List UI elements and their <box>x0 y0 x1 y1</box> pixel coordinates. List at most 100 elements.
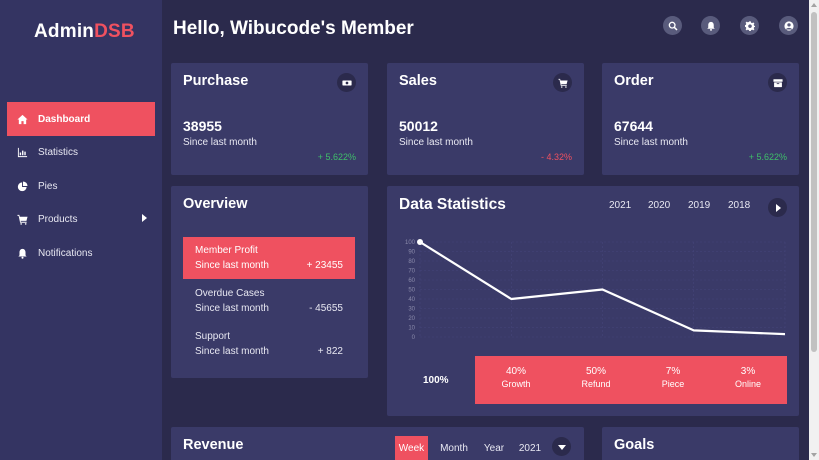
y-tick-label: 0 <box>412 335 416 341</box>
stat-subtitle: Since last month <box>614 137 688 148</box>
goals-card: Goals <box>602 427 799 460</box>
search-icon[interactable] <box>663 16 682 35</box>
stat-value: 67644 <box>614 118 653 134</box>
year-2019[interactable]: 2019 <box>688 200 710 211</box>
logo-accent: DSB <box>94 21 135 42</box>
band-label: Refund <box>581 379 611 389</box>
money-icon <box>337 73 356 92</box>
overview-item-support[interactable]: Support Since last month + 822 <box>183 323 355 365</box>
card-title: Data Statistics <box>399 196 506 213</box>
stat-subtitle: Since last month <box>183 137 257 148</box>
y-tick-label: 90 <box>408 250 415 256</box>
stat-change: + 5.622% <box>748 152 787 162</box>
overview-item-label: Overdue Cases <box>195 288 265 299</box>
overview-item-subtitle: Since last month <box>195 346 269 357</box>
y-tick-label: 70 <box>408 269 415 275</box>
y-tick-label: 10 <box>408 326 415 332</box>
tab-month[interactable]: Month <box>436 436 472 460</box>
tab-week[interactable]: Week <box>395 436 428 460</box>
band-item-online: 3% Online <box>713 366 783 389</box>
card-title: Order <box>614 73 654 89</box>
y-tick-label: 80 <box>408 259 415 265</box>
band-label: Piece <box>661 379 685 389</box>
year-select[interactable]: 2021 <box>515 436 545 460</box>
band-label: Growth <box>501 379 531 389</box>
y-tick-label: 30 <box>408 307 415 313</box>
stat-change: - 4.32% <box>540 152 572 162</box>
sidebar-item-label: Notifications <box>38 247 93 259</box>
overview-item-overdue-cases[interactable]: Overdue Cases Since last month - 45655 <box>183 280 355 322</box>
sidebar-item-products[interactable]: Products <box>7 202 155 236</box>
stat-value: 38955 <box>183 118 222 134</box>
scroll-up-icon[interactable] <box>811 3 817 7</box>
y-tick-label: 50 <box>408 288 415 294</box>
overview-item-value: + 822 <box>317 346 343 357</box>
logo-main: Admin <box>34 21 95 42</box>
next-year-button[interactable] <box>768 198 787 217</box>
card-title: Purchase <box>183 73 249 89</box>
year-dropdown-button[interactable] <box>552 437 571 456</box>
sidebar-item-label: Pies <box>38 180 58 192</box>
band-value: 50% <box>585 366 606 377</box>
logo[interactable]: AdminDSB <box>34 21 135 43</box>
stat-change: + 5.622% <box>317 152 356 162</box>
year-2020[interactable]: 2020 <box>648 200 670 211</box>
overview-item-label: Member Profit <box>195 245 258 256</box>
year-2018[interactable]: 2018 <box>728 200 750 211</box>
band-value: 40% <box>505 366 526 377</box>
overview-item-value: + 23455 <box>306 260 343 271</box>
year-2021[interactable]: 2021 <box>609 200 631 211</box>
overview-item-label: Support <box>195 331 231 342</box>
scrollbar[interactable] <box>809 0 819 460</box>
band-item-growth: 40% Growth <box>481 366 551 389</box>
sidebar-item-pies[interactable]: Pies <box>7 169 155 203</box>
overview-item-value: - 45655 <box>309 303 343 314</box>
gear-icon[interactable] <box>740 16 759 35</box>
sales-card: Sales 50012 Since last month - 4.32% <box>387 63 584 175</box>
sidebar-item-dashboard[interactable]: Dashboard <box>7 102 155 136</box>
band-value: 3% <box>740 366 756 377</box>
cart-icon <box>16 213 28 225</box>
sidebar: AdminDSB Dashboard Statistics Pies Produ… <box>0 0 162 460</box>
y-tick-label: 20 <box>408 316 415 322</box>
total-percentage: 100% <box>423 375 449 386</box>
sidebar-item-label: Products <box>38 213 78 225</box>
cart-icon <box>553 73 572 92</box>
stat-subtitle: Since last month <box>399 137 473 148</box>
page-title: Hello, Wibucode's Member <box>173 18 414 39</box>
stat-value: 50012 <box>399 118 438 134</box>
y-tick-label: 40 <box>408 297 415 303</box>
chart-icon <box>16 146 28 158</box>
user-icon[interactable] <box>779 16 798 35</box>
sidebar-item-statistics[interactable]: Statistics <box>7 135 155 169</box>
y-tick-label: 100 <box>405 240 416 246</box>
card-title: Overview <box>183 196 248 212</box>
card-title: Revenue <box>183 437 244 453</box>
home-icon <box>16 113 28 125</box>
scroll-down-icon[interactable] <box>811 453 817 457</box>
chevron-right-icon <box>776 203 781 212</box>
band-label: Online <box>734 379 761 389</box>
y-tick-label: 60 <box>408 278 415 284</box>
band-item-piece: 7% Piece <box>638 366 708 389</box>
box-icon <box>768 73 787 92</box>
data-point <box>417 239 423 245</box>
overview-item-subtitle: Since last month <box>195 260 269 271</box>
bell-icon[interactable] <box>701 16 720 35</box>
overview-item-member-profit[interactable]: Member Profit Since last month + 23455 <box>183 237 355 279</box>
band-value: 7% <box>665 366 681 377</box>
purchase-card: Purchase 38955 Since last month + 5.622% <box>171 63 368 175</box>
tab-year[interactable]: Year <box>480 436 508 460</box>
data-statistics-card: Data Statistics 2021 2020 2019 2018 0 10 2… <box>387 186 799 416</box>
card-title: Sales <box>399 73 437 89</box>
order-card: Order 67644 Since last month + 5.622% <box>602 63 799 175</box>
sidebar-item-label: Dashboard <box>38 113 91 125</box>
scrollbar-thumb[interactable] <box>811 12 817 352</box>
card-title: Goals <box>614 437 655 453</box>
sidebar-item-label: Statistics <box>38 146 79 158</box>
pie-icon <box>16 180 28 192</box>
caret-right-icon <box>142 214 147 222</box>
band-item-refund: 50% Refund <box>561 366 631 389</box>
statistics-band: 40% Growth 50% Refund 7% Piece 3% Online <box>475 356 787 404</box>
sidebar-item-notifications[interactable]: Notifications <box>7 236 155 270</box>
